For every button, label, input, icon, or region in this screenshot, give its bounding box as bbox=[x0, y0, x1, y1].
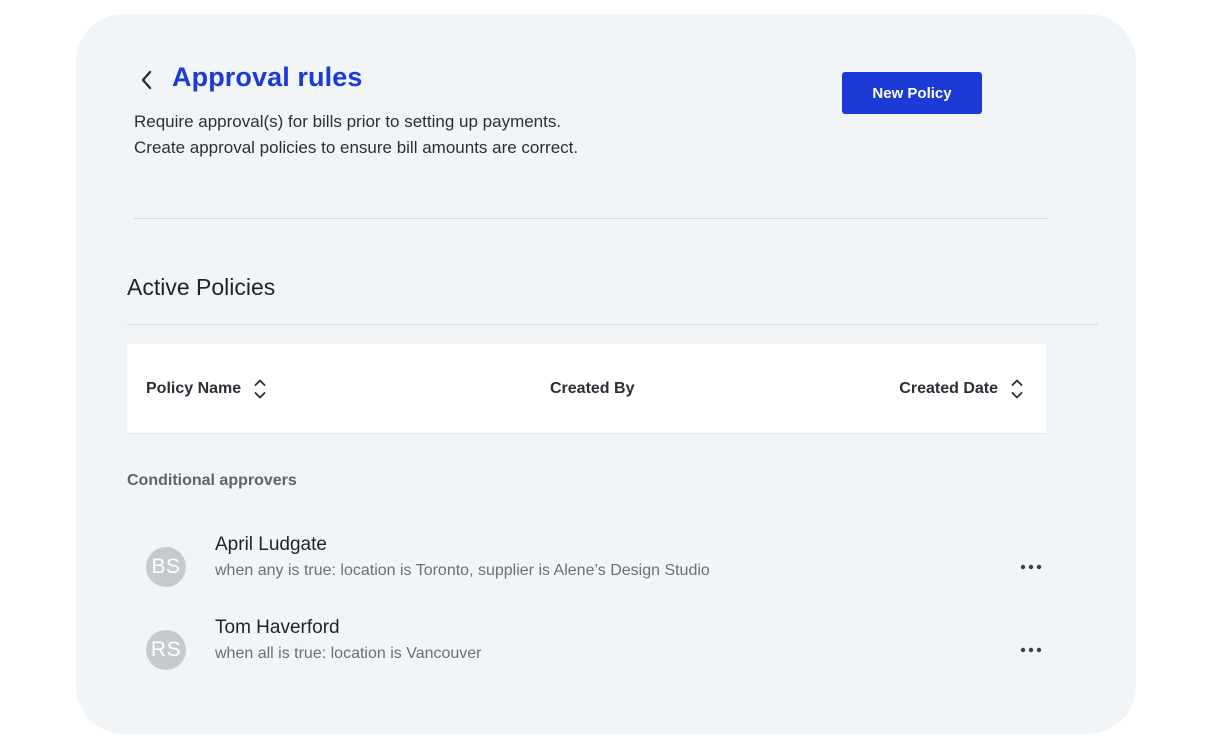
approval-rules-card: Approval rules Require approval(s) for b… bbox=[76, 14, 1136, 734]
section-divider bbox=[127, 324, 1098, 325]
avatar: BS bbox=[146, 547, 186, 587]
conditional-approvers-label: Conditional approvers bbox=[127, 472, 297, 489]
description-line-2: Create approval policies to ensure bill … bbox=[134, 138, 579, 157]
column-label-created-date: Created Date bbox=[899, 379, 998, 397]
new-policy-button[interactable]: New Policy bbox=[842, 72, 982, 114]
page-description: Require approval(s) for bills prior to s… bbox=[134, 109, 578, 161]
column-header-created-date[interactable]: Created Date bbox=[899, 344, 1024, 433]
column-label-created-by: Created By bbox=[550, 379, 635, 397]
more-options-button[interactable] bbox=[1016, 553, 1046, 581]
back-button[interactable] bbox=[134, 66, 158, 94]
approver-row: RS Tom Haverford when all is true: locat… bbox=[127, 617, 1046, 694]
policies-table-header: Policy Name Created By Created Date bbox=[127, 344, 1046, 434]
approver-condition: when all is true: location is Vancouver bbox=[215, 645, 482, 662]
header-divider bbox=[134, 218, 1048, 219]
avatar: RS bbox=[146, 630, 186, 670]
column-header-created-by: Created By bbox=[550, 344, 634, 433]
description-line-1: Require approval(s) for bills prior to s… bbox=[134, 112, 562, 131]
more-horizontal-icon bbox=[1020, 564, 1042, 570]
approver-name: Tom Haverford bbox=[215, 617, 340, 638]
column-label-policy-name: Policy Name bbox=[146, 379, 242, 397]
page-title: Approval rules bbox=[172, 62, 363, 92]
approver-row: BS April Ludgate when any is true: locat… bbox=[127, 534, 1046, 611]
more-horizontal-icon bbox=[1020, 647, 1042, 653]
sort-icon[interactable] bbox=[253, 376, 267, 402]
approver-name: April Ludgate bbox=[215, 534, 327, 555]
column-header-policy-name[interactable]: Policy Name bbox=[146, 344, 267, 433]
more-options-button[interactable] bbox=[1016, 636, 1046, 664]
approver-condition: when any is true: location is Toronto, s… bbox=[215, 562, 710, 579]
active-policies-title: Active Policies bbox=[127, 274, 276, 300]
sort-icon[interactable] bbox=[1010, 376, 1024, 402]
chevron-left-icon bbox=[141, 70, 152, 90]
